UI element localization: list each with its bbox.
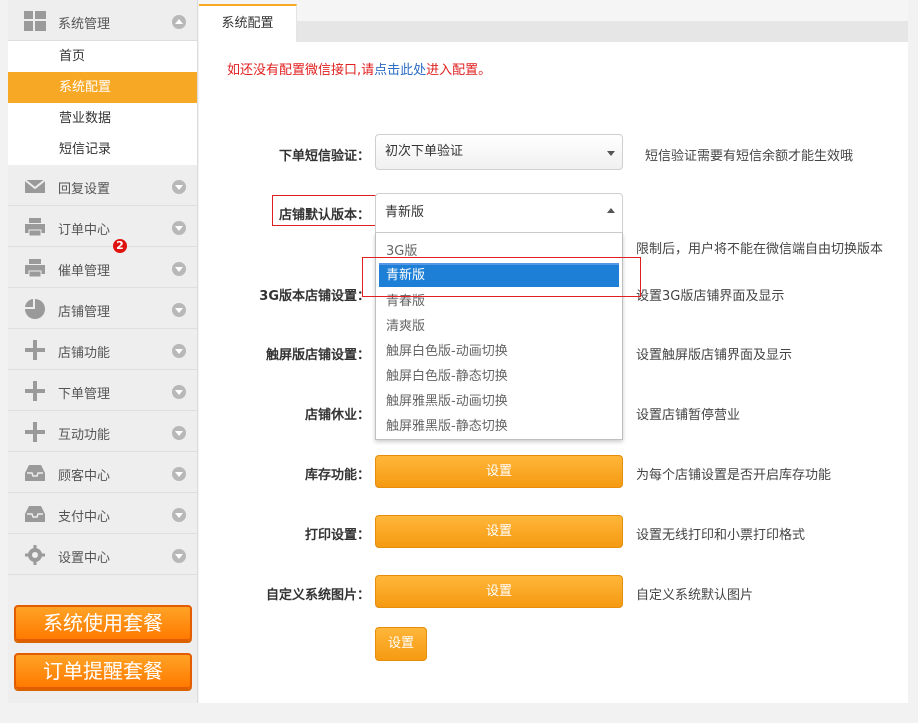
nav-group-system[interactable]: 系统管理 [8, 0, 197, 41]
nav-group-label: 店铺管理 [58, 305, 111, 320]
collapse-icon[interactable] [172, 15, 186, 29]
nav-group-label: 回复设置 [58, 182, 111, 197]
expand-icon[interactable] [172, 221, 186, 235]
sms-verify-desc: 短信验证需要有短信余额才能生效哦 [645, 149, 854, 164]
option-highlight-box [362, 257, 641, 297]
nav-group-order-management[interactable]: 下单管理 [8, 370, 197, 411]
option-qingshuang[interactable]: 清爽版 [386, 315, 425, 334]
nav-group-reply[interactable]: 回复设置 [8, 165, 197, 206]
g3-settings-desc: 设置3G版店铺界面及显示 [636, 289, 785, 304]
nav-group-label: 订单中心 [58, 223, 111, 238]
sub-item-sms-records[interactable]: 短信记录 [8, 134, 197, 165]
tab-bar: 系统配置 [199, 0, 908, 42]
sub-item-system-config[interactable]: 系统配置 [8, 72, 197, 103]
printer-icon [25, 259, 45, 278]
print-settings-button[interactable]: 设置 [375, 515, 623, 548]
inbox-icon [25, 465, 45, 481]
system-package-button[interactable]: 系统使用套餐 [14, 605, 192, 641]
print-desc: 设置无线打印和小票打印格式 [636, 528, 806, 543]
nav-group-orders[interactable]: 订单中心 [8, 206, 197, 247]
submit-button[interactable]: 设置 [375, 627, 427, 661]
shop-rest-label: 店铺休业： [304, 408, 370, 423]
nav-group-interaction[interactable]: 互动功能 [8, 411, 197, 452]
chevron-down-icon [607, 151, 615, 156]
nav-group-label: 催单管理 [58, 264, 111, 279]
g3-settings-label: 3G版本店铺设置： [259, 289, 370, 304]
stock-settings-button[interactable]: 设置 [375, 455, 623, 488]
expand-icon[interactable] [172, 344, 186, 358]
default-version-value: 青新版 [385, 205, 425, 220]
nav-group-shop[interactable]: 店铺管理 [8, 288, 197, 329]
tab-system-config[interactable]: 系统配置 [199, 4, 297, 42]
expand-icon[interactable] [172, 385, 186, 399]
sms-verify-label: 下单短信验证： [278, 149, 370, 164]
expand-icon[interactable] [172, 303, 186, 317]
expand-icon[interactable] [172, 180, 186, 194]
nav-group-urge[interactable]: 催单管理 [8, 247, 197, 288]
notice-prefix: 如还没有配置微信接口,请 [227, 63, 375, 78]
option-touch-black-static[interactable]: 触屏雅黑版-静态切换 [386, 415, 508, 434]
default-version-desc: 限制后，用户将不能在微信端自由切换版本 [636, 242, 884, 257]
default-version-select[interactable]: 青新版 [375, 193, 623, 233]
sub-item-home[interactable]: 首页 [8, 41, 197, 72]
nav-group-label: 互动功能 [58, 428, 111, 443]
expand-icon[interactable] [172, 426, 186, 440]
sms-verify-select[interactable]: 初次下单验证 [375, 134, 623, 170]
nav-group-label: 设置中心 [58, 551, 111, 566]
main-content: 系统配置 如还没有配置微信接口,请点击此处进入配置。 下单短信验证： 初次下单验… [199, 0, 908, 703]
config-notice: 如还没有配置微信接口,请点击此处进入配置。 [227, 59, 491, 78]
shop-rest-desc: 设置店铺暂停营业 [636, 408, 741, 423]
expand-icon[interactable] [172, 467, 186, 481]
chevron-up-icon [607, 208, 615, 213]
custom-images-desc: 自定义系统默认图片 [636, 588, 754, 603]
option-touch-white-static[interactable]: 触屏白色版-静态切换 [386, 365, 508, 384]
nav-group-label: 店铺功能 [58, 346, 111, 361]
order-reminder-package-button[interactable]: 订单提醒套餐 [14, 653, 192, 689]
nav-group-settings[interactable]: 设置中心 [8, 534, 197, 575]
nav-group-label: 系统管理 [58, 17, 111, 32]
expand-icon[interactable] [172, 549, 186, 563]
plus-icon [25, 381, 45, 401]
inbox-icon [25, 506, 45, 522]
grid-icon [24, 11, 46, 31]
expand-icon[interactable] [172, 262, 186, 276]
stock-label: 库存功能： [304, 468, 370, 483]
sub-item-business-data[interactable]: 营业数据 [8, 103, 197, 134]
expand-icon[interactable] [172, 508, 186, 522]
custom-images-button[interactable]: 设置 [375, 575, 623, 608]
nav-group-label: 下单管理 [58, 387, 111, 402]
print-label: 打印设置： [304, 528, 370, 543]
nav-group-label: 支付中心 [58, 510, 111, 525]
plus-icon [25, 340, 45, 360]
gear-icon [25, 545, 45, 565]
touch-settings-label: 触屏版店铺设置： [265, 348, 370, 363]
printer-icon [25, 218, 45, 237]
nav-group-label: 顾客中心 [58, 469, 111, 484]
sub-menu: 首页 系统配置 营业数据 短信记录 [8, 41, 197, 165]
nav-group-payment[interactable]: 支付中心 [8, 493, 197, 534]
order-count-badge: 2 [113, 239, 127, 253]
option-touch-black-animated[interactable]: 触屏雅黑版-动画切换 [386, 390, 508, 409]
option-touch-white-animated[interactable]: 触屏白色版-动画切换 [386, 340, 508, 359]
default-version-label: 店铺默认版本： [278, 208, 370, 223]
nav-group-customers[interactable]: 顾客中心 [8, 452, 197, 493]
nav-group-shop-functions[interactable]: 店铺功能 [8, 329, 197, 370]
plus-icon [25, 422, 45, 442]
touch-settings-desc: 设置触屏版店铺界面及显示 [636, 348, 793, 363]
stock-desc: 为每个店铺设置是否开启库存功能 [636, 468, 832, 483]
config-link[interactable]: 点击此处 [374, 63, 426, 78]
envelope-icon [24, 179, 46, 193]
custom-images-label: 自定义系统图片： [265, 588, 370, 603]
tab-bar-filler [297, 21, 908, 42]
pie-chart-icon [25, 299, 45, 319]
notice-suffix: 进入配置。 [426, 63, 492, 78]
sidebar: 系统管理 首页 系统配置 营业数据 短信记录 回复设置 订单中心 催单管理 店铺… [8, 0, 198, 703]
sms-verify-value: 初次下单验证 [385, 144, 464, 159]
